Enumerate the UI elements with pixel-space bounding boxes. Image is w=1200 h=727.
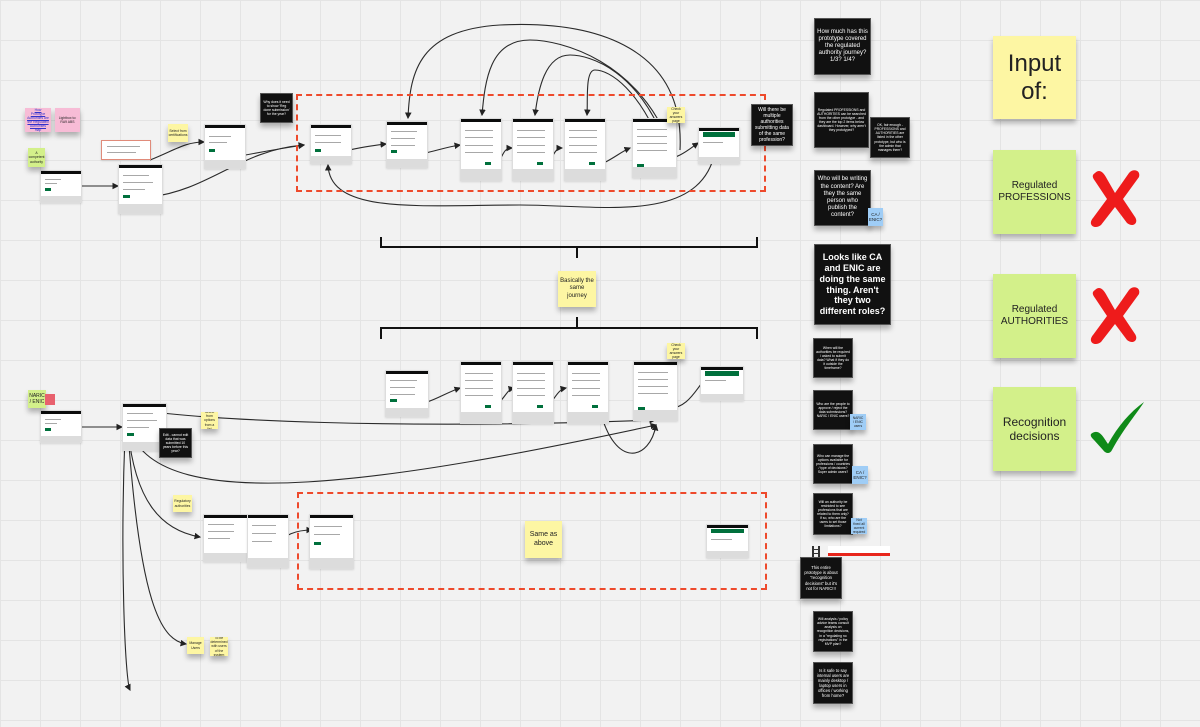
bracket-top [380,237,758,248]
prototype-screen[interactable] [309,514,354,569]
question-coverage: How much has this prototype covered the … [814,18,871,75]
sticky-select-options: Select from options from a list [201,412,218,429]
sticky-naric-enic: NARIC / ENIC [28,390,46,408]
prototype-screen-confirmation[interactable] [706,524,749,558]
question-restricted: Will an authority be restricted to see p… [813,493,853,535]
sticky-check-answers-top: Check your answers page [667,107,685,123]
sticky-regulatory-authorities: Regulatory authorities [173,495,192,512]
sticky-multiple-authorities: Will there be multiple authorities submi… [751,104,793,146]
sticky-pink-link: How Prototype Authorities are the Regula… [25,108,51,132]
sticky-competent-authority: A competent authority [28,148,45,167]
sticky-edit-question: Edit - cannot edit data that was submitt… [159,428,192,458]
sticky-input-authorities: Regulated AUTHORITIES [993,274,1076,358]
prototype-screen[interactable] [633,361,678,421]
tag-naric-users: NARIC / ENIC users [850,414,866,430]
prototype-screen[interactable] [567,361,609,424]
sticky-question-reg-done: Why does it need to show 'Reg done submi… [260,93,293,123]
error-banner-screenshot [828,546,890,556]
prototype-screen[interactable] [118,164,163,214]
cross-icon [1085,282,1145,347]
check-icon [1088,400,1146,455]
prototype-screen-confirmation[interactable] [698,127,740,164]
cross-icon [1085,165,1145,230]
prototype-screen[interactable] [203,514,248,562]
tag-ca-enic-1: CA / ENIC? [868,208,883,226]
sticky-input-of: Input of: [993,36,1076,119]
connector [149,138,206,161]
sticky-input-recognition: Recognition decisions [993,387,1076,471]
sticky-input-professions: Regulated PROFESSIONS [993,150,1076,234]
sticky-pink-lightbox: Lightbox to: RA9 ABS [55,108,80,132]
pink-square [45,394,55,405]
sticky-select-certifications: Select from certifications [168,124,188,142]
sticky-manage-users: Manage Users [187,637,204,654]
question-analysis: Will analysis / policy advice teams cons… [813,611,853,652]
prototype-screen[interactable] [460,118,502,181]
bracket-bottom [380,327,758,339]
prototype-screen-confirmation[interactable] [700,366,744,401]
prototype-screen[interactable] [564,118,606,181]
sticky-same-as-above: Same as above [525,521,562,558]
question-ok-fair: OK, fair enough - PROFESSIONS and AUTHOR… [870,117,910,158]
tag-ca-enic-2: CA / ENIC? [852,466,868,484]
prototype-screen-highlighted[interactable] [101,140,151,160]
prototype-screen[interactable] [512,361,554,424]
question-approve: Who are the people to approve / reject t… [813,390,853,430]
prototype-screen[interactable] [512,118,554,181]
connector [122,434,131,691]
prototype-screen[interactable] [204,124,246,169]
question-searched: Regulated PROFESSIONS and AUTHORITIES ca… [814,92,869,148]
question-ca-enic-same: Looks like CA and ENIC are doing the sam… [814,244,891,325]
tag-restricted: Not fixed all current required [851,518,867,534]
question-manage-options: Who can manage the options available for… [813,444,853,484]
prototype-screen[interactable] [386,121,428,168]
prototype-screen[interactable] [385,370,429,417]
sticky-check-answers-mid: Check your answers page [667,343,685,359]
sticky-to-be-determined: To be determined with users of the syste… [210,637,228,656]
prototype-screen[interactable] [247,514,289,568]
question-when-submit: When will the authorities be required / … [813,338,853,378]
prototype-screen[interactable] [40,170,82,203]
connector [127,431,188,647]
question-naric-scope: This entire prototype is about "recognit… [800,557,842,599]
sticky-basically-same: Basically the same journey [558,271,596,307]
question-writing: Who will be writing the content? Are the… [814,170,871,226]
connector [129,422,658,484]
prototype-screen[interactable] [40,410,82,443]
prototype-screen[interactable] [632,118,677,178]
prototype-screen[interactable] [460,361,502,424]
question-desktop: Is it safe to say internal users are mai… [813,662,853,704]
prototype-screen[interactable] [310,124,352,164]
